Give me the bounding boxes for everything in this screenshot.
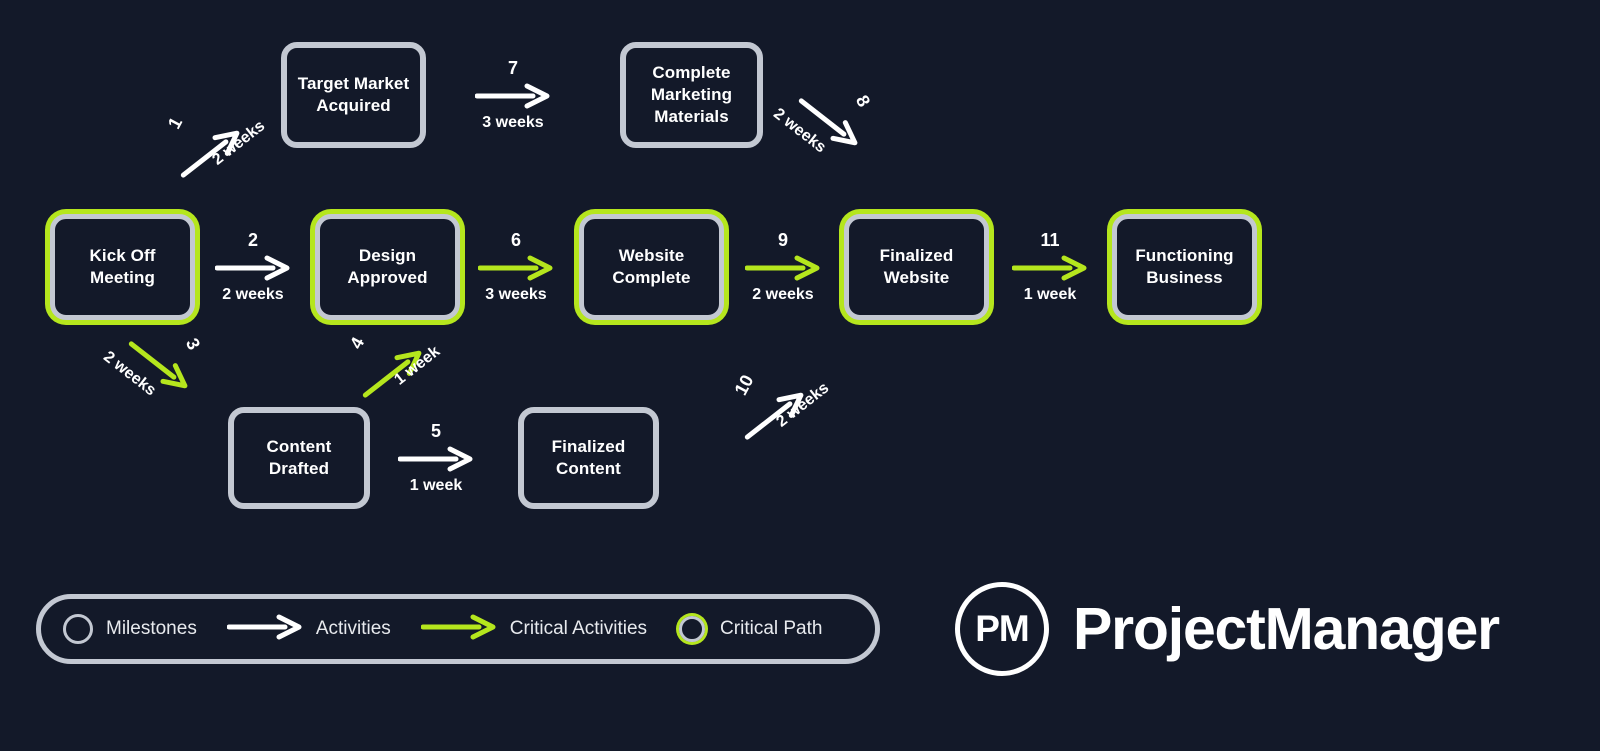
circle-outline-green-icon — [679, 616, 706, 642]
arrow-right-green-icon — [740, 255, 826, 281]
legend-panel: Milestones Activities Critical Activities C… — [36, 594, 880, 664]
milestone-label: Complete Marketing Materials — [650, 63, 733, 126]
milestone-node-complete-marketing-materials[interactable]: Complete Marketing Materials — [620, 42, 763, 148]
activity-arrow-8[interactable]: 82 weeks — [770, 88, 896, 168]
activity-arrow-1[interactable]: 12 weeks — [158, 108, 278, 188]
activity-arrow-4[interactable]: 41 week — [340, 328, 460, 408]
legend-label: Activities — [315, 618, 391, 639]
milestone-node-target-market-acquired[interactable]: Target Market Acquired — [281, 42, 426, 148]
activity-duration: 2 weeks — [222, 286, 284, 303]
legend-item-critical-activities: Critical Activities — [420, 614, 648, 645]
activity-number: 9 — [777, 230, 788, 250]
activity-number: 11 — [1040, 230, 1060, 250]
milestone-label: Design Approved — [347, 246, 428, 287]
legend-item-activities: Activities — [226, 614, 391, 645]
arrow-right-white-icon — [393, 446, 479, 472]
activity-arrow-9[interactable]: 9 2 weeks — [740, 231, 826, 303]
milestone-node-kick-off-meeting[interactable]: Kick Off Meeting — [50, 214, 195, 320]
arrow-right-green-icon — [420, 614, 497, 645]
brand-logo: PM ProjectManager — [955, 582, 1500, 676]
activity-arrow-6[interactable]: 6 3 weeks — [473, 231, 559, 303]
arrow-right-white-icon — [470, 83, 556, 109]
activity-number: 2 — [247, 230, 258, 250]
arrow-right-white-icon — [210, 255, 296, 281]
legend-item-critical-path: Critical Path — [677, 614, 822, 644]
milestone-label: Website Complete — [612, 246, 691, 287]
circle-outline-icon — [63, 614, 93, 644]
activity-arrow-3[interactable]: 32 weeks — [100, 331, 226, 411]
milestone-node-design-approved[interactable]: Design Approved — [315, 214, 460, 320]
activity-duration: 3 weeks — [482, 114, 544, 131]
network-diagram-canvas: Target Market Acquired Complete Marketing… — [0, 0, 1600, 751]
milestone-node-finalized-website[interactable]: Finalized Website — [844, 214, 989, 320]
activity-duration: 1 week — [1023, 286, 1077, 303]
legend-label: Critical Activities — [509, 618, 648, 639]
arrow-right-green-icon — [473, 255, 559, 281]
activity-duration: 3 weeks — [485, 286, 547, 303]
pm-monogram-icon: PM — [955, 582, 1049, 676]
arrow-right-white-icon — [226, 614, 303, 645]
legend-label: Milestones — [106, 618, 197, 639]
legend-label: Critical Path — [720, 618, 823, 639]
activity-number: 7 — [507, 58, 518, 78]
milestone-label: Finalized Website — [879, 246, 954, 287]
milestone-label: Functioning Business — [1135, 246, 1234, 287]
activity-arrow-11[interactable]: 11 1 week — [1007, 231, 1093, 303]
activity-arrow-5[interactable]: 5 1 week — [393, 422, 479, 494]
activity-duration: 1 week — [409, 477, 463, 494]
milestone-node-content-drafted[interactable]: Content Drafted — [228, 407, 370, 509]
milestone-label: Finalized Content — [551, 437, 626, 478]
activity-arrow-7[interactable]: 7 3 weeks — [470, 59, 556, 131]
milestone-node-functioning-business[interactable]: Functioning Business — [1112, 214, 1257, 320]
activity-number: 6 — [510, 230, 521, 250]
milestone-node-finalized-content[interactable]: Finalized Content — [518, 407, 659, 509]
legend-item-milestones: Milestones — [63, 614, 197, 644]
milestone-label: Kick Off Meeting — [89, 246, 156, 287]
activity-duration: 2 weeks — [752, 286, 814, 303]
activity-arrow-2[interactable]: 2 2 weeks — [210, 231, 296, 303]
milestone-node-website-complete[interactable]: Website Complete — [579, 214, 724, 320]
activity-number: 5 — [430, 421, 441, 441]
milestone-label: Content Drafted — [266, 437, 332, 478]
brand-name: ProjectManager — [1073, 596, 1500, 662]
arrow-right-green-icon — [1007, 255, 1093, 281]
activity-arrow-10[interactable]: 10 2 weeks — [722, 370, 842, 450]
milestone-label: Target Market Acquired — [297, 74, 410, 115]
